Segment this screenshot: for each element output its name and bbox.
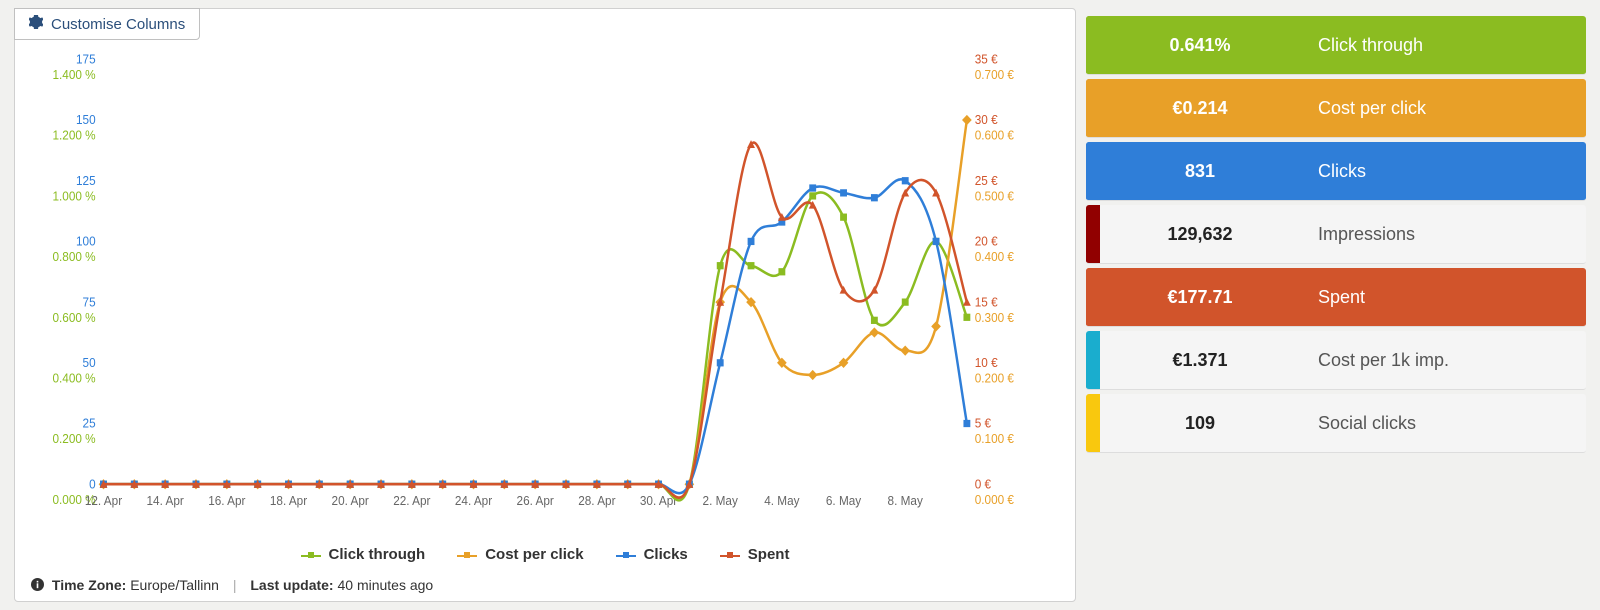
customise-columns-label: Customise Columns	[51, 16, 185, 33]
metric-label: Social clicks	[1300, 394, 1586, 452]
svg-text:10 €: 10 €	[975, 356, 998, 370]
legend-label: Clicks	[644, 546, 688, 563]
svg-text:1.400 %: 1.400 %	[52, 68, 95, 82]
svg-text:25 €: 25 €	[975, 174, 998, 188]
svg-text:1.000 %: 1.000 %	[52, 189, 95, 203]
metric-cost-per-1k-imp-[interactable]: €1.371Cost per 1k imp.	[1086, 331, 1586, 390]
legend-item[interactable]: Clicks	[616, 546, 688, 563]
metric-chip	[1086, 79, 1100, 137]
metric-chip	[1086, 394, 1100, 452]
legend-swatch	[301, 550, 321, 560]
legend-label: Cost per click	[485, 546, 583, 563]
metric-cost-per-click[interactable]: €0.214Cost per click	[1086, 79, 1586, 138]
svg-text:14. Apr: 14. Apr	[147, 494, 184, 508]
svg-text:100: 100	[76, 234, 96, 248]
svg-text:28. Apr: 28. Apr	[578, 494, 615, 508]
tz-value: Europe/Tallinn	[130, 577, 219, 593]
metric-click-through[interactable]: 0.641%Click through	[1086, 16, 1586, 75]
tz-prefix: Time Zone:	[52, 577, 126, 593]
svg-text:0.400 %: 0.400 %	[52, 371, 95, 385]
svg-text:0.600 %: 0.600 %	[52, 311, 95, 325]
metric-label: Cost per click	[1300, 79, 1586, 137]
svg-text:8. May: 8. May	[888, 494, 924, 508]
metric-value: €1.371	[1100, 331, 1300, 389]
chart-panel: Customise Columns 0 25 50 75 100 125 150 175 0.0…	[14, 8, 1076, 602]
svg-text:0.600 €: 0.600 €	[975, 128, 1015, 142]
update-prefix: Last update:	[250, 577, 333, 593]
metric-chip	[1086, 268, 1100, 326]
svg-text:2. May: 2. May	[703, 494, 739, 508]
svg-text:16. Apr: 16. Apr	[208, 494, 245, 508]
chart-wrap: 02550751001251501750.000 %0.200 %0.400 %…	[25, 49, 1065, 536]
svg-text:0.700 €: 0.700 €	[975, 68, 1015, 82]
legend-item[interactable]: Click through	[301, 546, 426, 563]
metric-value: €0.214	[1100, 79, 1300, 137]
svg-text:0.500 €: 0.500 €	[975, 189, 1015, 203]
metric-label: Clicks	[1300, 142, 1586, 200]
svg-text:150: 150	[76, 113, 96, 127]
chart-footer: Time Zone: Europe/Tallinn | Last update:…	[15, 571, 1075, 601]
legend-item[interactable]: Spent	[720, 546, 790, 563]
customise-columns-button[interactable]: Customise Columns	[14, 8, 200, 40]
svg-text:0.400 €: 0.400 €	[975, 250, 1015, 264]
svg-text:0.200 %: 0.200 %	[52, 432, 95, 446]
metric-social-clicks[interactable]: 109Social clicks	[1086, 394, 1586, 453]
svg-text:26. Apr: 26. Apr	[517, 494, 554, 508]
chart-legend: Click through Cost per click Clicks Spent	[15, 538, 1075, 571]
metric-impressions[interactable]: 129,632Impressions	[1086, 205, 1586, 264]
legend-swatch	[720, 550, 740, 560]
svg-text:0.800 %: 0.800 %	[52, 250, 95, 264]
gear-icon	[29, 15, 43, 33]
svg-text:0: 0	[89, 477, 96, 491]
svg-text:12. Apr: 12. Apr	[85, 494, 122, 508]
svg-text:22. Apr: 22. Apr	[393, 494, 430, 508]
svg-text:1.200 %: 1.200 %	[52, 128, 95, 142]
metric-label: Impressions	[1300, 205, 1586, 263]
metric-value: 109	[1100, 394, 1300, 452]
legend-item[interactable]: Cost per click	[457, 546, 583, 563]
metric-value: 831	[1100, 142, 1300, 200]
svg-text:0.100 €: 0.100 €	[975, 432, 1015, 446]
svg-text:20. Apr: 20. Apr	[332, 494, 369, 508]
svg-text:24. Apr: 24. Apr	[455, 494, 492, 508]
svg-text:5 €: 5 €	[975, 416, 992, 430]
legend-swatch	[457, 550, 477, 560]
svg-text:0.300 €: 0.300 €	[975, 311, 1015, 325]
legend-swatch	[616, 550, 636, 560]
svg-text:4. May: 4. May	[764, 494, 800, 508]
svg-text:6. May: 6. May	[826, 494, 862, 508]
legend-label: Spent	[748, 546, 790, 563]
svg-text:0 €: 0 €	[975, 477, 992, 491]
svg-text:0.000 €: 0.000 €	[975, 493, 1015, 507]
metric-value: 0.641%	[1100, 16, 1300, 74]
metric-label: Cost per 1k imp.	[1300, 331, 1586, 389]
metric-spent[interactable]: €177.71Spent	[1086, 268, 1586, 327]
update-value: 40 minutes ago	[337, 577, 433, 593]
metrics-chart: 02550751001251501750.000 %0.200 %0.400 %…	[25, 49, 1065, 536]
svg-text:15 €: 15 €	[975, 295, 998, 309]
svg-text:125: 125	[76, 174, 96, 188]
svg-text:35 €: 35 €	[975, 52, 998, 66]
svg-text:25: 25	[83, 416, 96, 430]
svg-text:0.200 €: 0.200 €	[975, 371, 1015, 385]
svg-text:50: 50	[83, 356, 96, 370]
metric-label: Click through	[1300, 16, 1586, 74]
dashboard-root: Customise Columns 0 25 50 75 100 125 150 175 0.0…	[0, 0, 1600, 610]
metric-chip	[1086, 142, 1100, 200]
metric-label: Spent	[1300, 268, 1586, 326]
svg-text:18. Apr: 18. Apr	[270, 494, 307, 508]
svg-text:75: 75	[83, 295, 96, 309]
metric-clicks[interactable]: 831Clicks	[1086, 142, 1586, 201]
metric-value: 129,632	[1100, 205, 1300, 263]
metric-chip	[1086, 16, 1100, 74]
legend-label: Click through	[329, 546, 426, 563]
info-icon	[31, 577, 52, 593]
metric-chip	[1086, 205, 1100, 263]
metric-list: 0.641%Click through€0.214Cost per click8…	[1086, 8, 1586, 602]
svg-text:20 €: 20 €	[975, 234, 998, 248]
svg-text:30 €: 30 €	[975, 113, 998, 127]
metric-value: €177.71	[1100, 268, 1300, 326]
metric-chip	[1086, 331, 1100, 389]
svg-text:175: 175	[76, 52, 96, 66]
